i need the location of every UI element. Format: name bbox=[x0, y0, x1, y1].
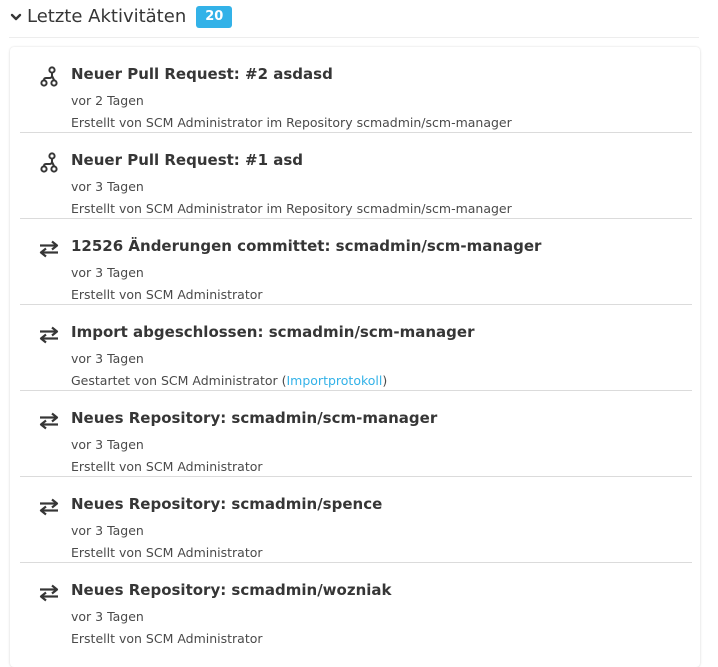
activity-time: vor 3 Tagen bbox=[71, 523, 144, 538]
activity-title: Neues Repository: scmadmin/spence bbox=[71, 495, 383, 513]
activity-title: Neues Repository: scmadmin/wozniak bbox=[71, 581, 392, 599]
pull-request-icon bbox=[38, 66, 60, 88]
description-suffix: ) bbox=[382, 373, 388, 388]
activity-time: vor 3 Tagen bbox=[71, 609, 144, 624]
activity-section-header[interactable]: Letzte Aktivitäten 20 bbox=[9, 0, 699, 38]
activity-item[interactable]: Import abgeschlossen: scmadmin/scm-manag… bbox=[20, 305, 692, 391]
pull-request-icon bbox=[38, 152, 60, 174]
activity-title: Neues Repository: scmadmin/scm-manager bbox=[71, 409, 438, 427]
exchange-icon bbox=[38, 496, 60, 518]
exchange-icon bbox=[38, 410, 60, 432]
description-prefix: Gestartet von SCM Administrator ( bbox=[71, 373, 287, 388]
activity-item[interactable]: Neues Repository: scmadmin/scm-manager v… bbox=[20, 391, 692, 477]
activity-item[interactable]: Neues Repository: scmadmin/wozniak vor 3… bbox=[20, 563, 692, 649]
activity-description: Erstellt von SCM Administrator bbox=[71, 631, 263, 646]
activity-time: vor 3 Tagen bbox=[71, 179, 144, 194]
activity-item[interactable]: Neues Repository: scmadmin/spence vor 3 … bbox=[20, 477, 692, 563]
activity-title: Import abgeschlossen: scmadmin/scm-manag… bbox=[71, 323, 475, 341]
exchange-icon bbox=[38, 324, 60, 346]
activity-description: Erstellt von SCM Administrator bbox=[71, 545, 263, 560]
activity-list: Neuer Pull Request: #2 asdasd vor 2 Tage… bbox=[10, 47, 700, 667]
activity-title: 12526 Änderungen committet: scmadmin/scm… bbox=[71, 237, 542, 255]
activity-item[interactable]: Neuer Pull Request: #2 asdasd vor 2 Tage… bbox=[20, 47, 692, 133]
activity-description: Erstellt von SCM Administrator bbox=[71, 459, 263, 474]
activity-description: Erstellt von SCM Administrator im Reposi… bbox=[71, 115, 512, 130]
activity-item[interactable]: Neuer Pull Request: #1 asd vor 3 Tagen E… bbox=[20, 133, 692, 219]
section-title: Letzte Aktivitäten bbox=[27, 6, 187, 27]
activity-time: vor 2 Tagen bbox=[71, 93, 144, 108]
import-log-link[interactable]: Importprotokoll bbox=[286, 373, 382, 388]
activity-description: Gestartet von SCM Administrator (Importp… bbox=[71, 373, 387, 388]
activity-description: Erstellt von SCM Administrator im Reposi… bbox=[71, 201, 512, 216]
activity-title: Neuer Pull Request: #1 asd bbox=[71, 151, 304, 169]
activity-count-badge: 20 bbox=[196, 5, 233, 28]
chevron-down-icon[interactable] bbox=[9, 10, 23, 24]
activity-item[interactable]: 12526 Änderungen committet: scmadmin/scm… bbox=[20, 219, 692, 305]
activity-time: vor 3 Tagen bbox=[71, 265, 144, 280]
activity-description: Erstellt von SCM Administrator bbox=[71, 287, 263, 302]
activity-time: vor 3 Tagen bbox=[71, 437, 144, 452]
activity-time: vor 3 Tagen bbox=[71, 351, 144, 366]
activity-title: Neuer Pull Request: #2 asdasd bbox=[71, 65, 333, 83]
exchange-icon bbox=[38, 238, 60, 260]
exchange-icon bbox=[38, 582, 60, 604]
